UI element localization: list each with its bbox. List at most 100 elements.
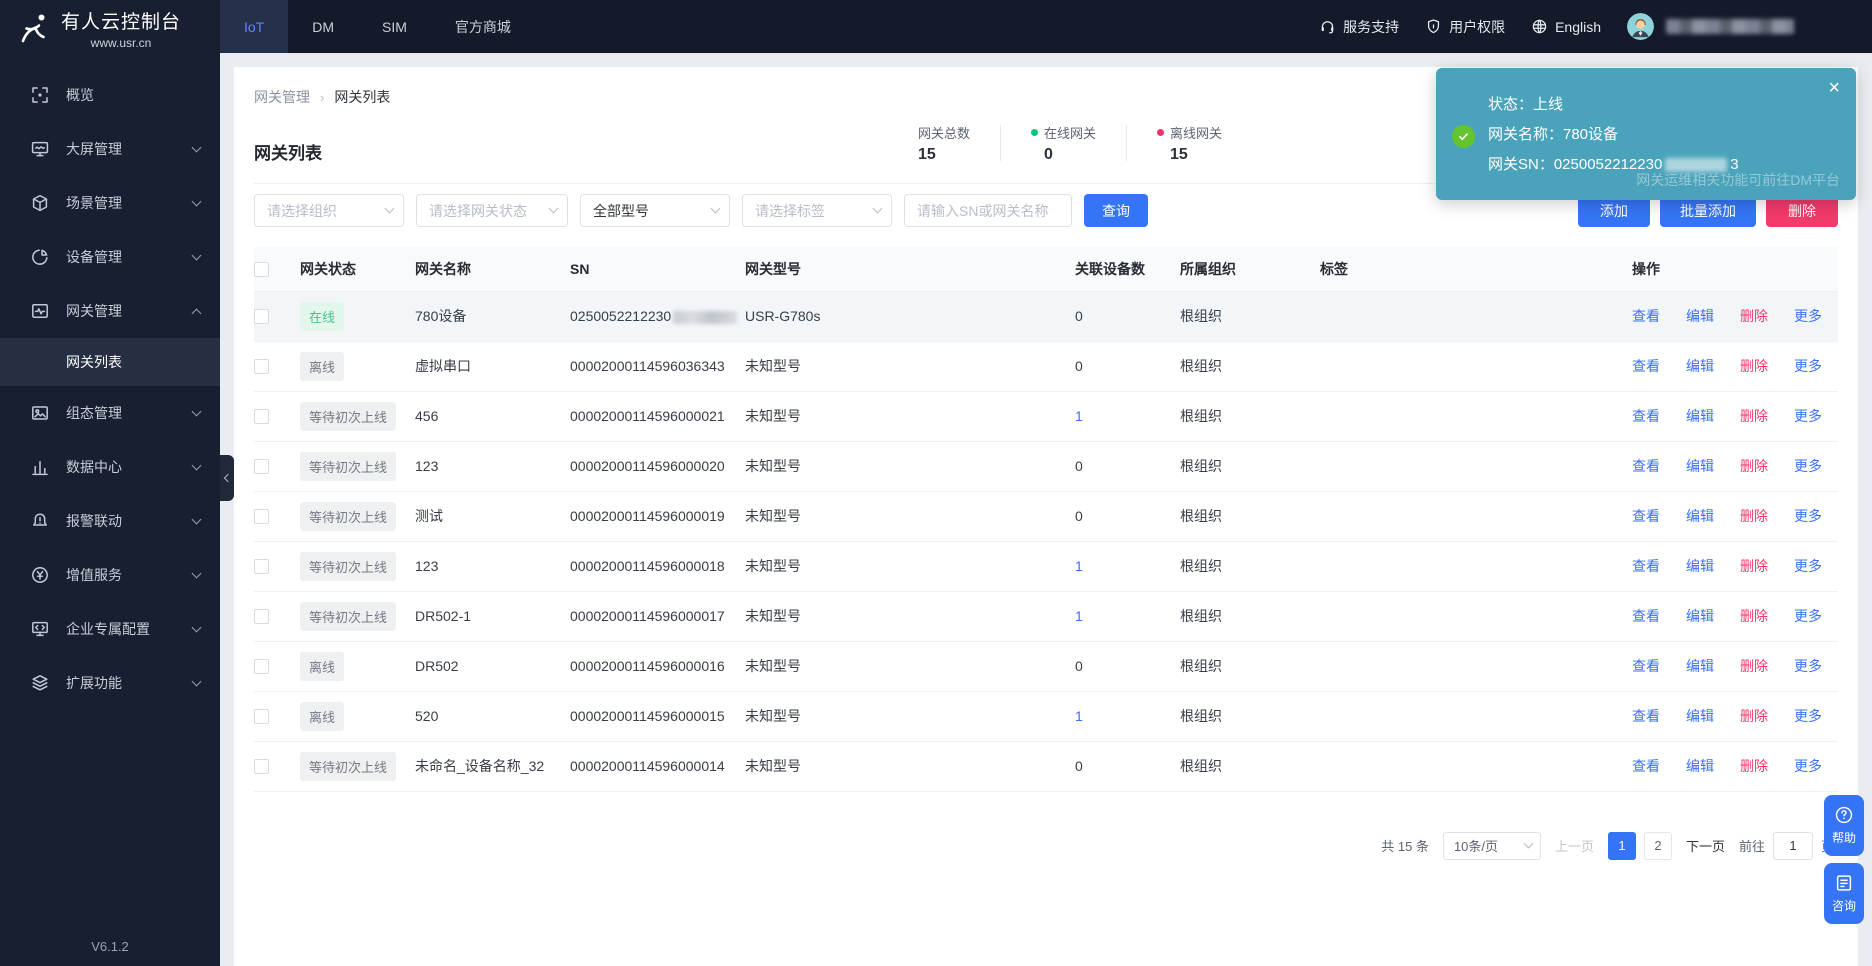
sidebar-collapse-handle[interactable] (220, 455, 234, 501)
chevron-down-icon (192, 622, 202, 632)
view-link[interactable]: 查看 (1632, 356, 1660, 376)
tag-select[interactable]: 请选择标签 (742, 194, 892, 227)
topnav-tab-sim[interactable]: SIM (358, 0, 431, 53)
topbar-language[interactable]: English (1531, 18, 1601, 35)
edit-link[interactable]: 编辑 (1686, 756, 1714, 776)
row-checkbox[interactable] (254, 359, 269, 374)
more-link[interactable]: 更多 (1794, 606, 1822, 626)
next-page-button[interactable]: 下一页 (1686, 836, 1725, 855)
delete-link[interactable]: 删除 (1740, 656, 1768, 676)
sidebar-item-alarm[interactable]: 报警联动 (0, 494, 220, 548)
edit-link[interactable]: 编辑 (1686, 356, 1714, 376)
view-link[interactable]: 查看 (1632, 406, 1660, 426)
edit-link[interactable]: 编辑 (1686, 706, 1714, 726)
more-link[interactable]: 更多 (1794, 556, 1822, 576)
more-link[interactable]: 更多 (1794, 406, 1822, 426)
help-float-button[interactable]: 帮助 (1824, 795, 1864, 856)
delete-link[interactable]: 删除 (1740, 456, 1768, 476)
select-all-checkbox[interactable] (254, 262, 269, 277)
sidebar-item-extension[interactable]: 扩展功能 (0, 656, 220, 710)
more-link[interactable]: 更多 (1794, 756, 1822, 776)
page-number-2[interactable]: 2 (1644, 832, 1672, 860)
goto-page-input[interactable]: 1 (1773, 832, 1813, 860)
view-link[interactable]: 查看 (1632, 756, 1660, 776)
row-checkbox[interactable] (254, 659, 269, 674)
sidebar-item-data[interactable]: 数据中心 (0, 440, 220, 494)
delete-link[interactable]: 删除 (1740, 356, 1768, 376)
delete-link[interactable]: 删除 (1740, 406, 1768, 426)
edit-link[interactable]: 编辑 (1686, 656, 1714, 676)
more-link[interactable]: 更多 (1794, 506, 1822, 526)
more-link[interactable]: 更多 (1794, 306, 1822, 326)
view-link[interactable]: 查看 (1632, 706, 1660, 726)
row-checkbox[interactable] (254, 759, 269, 774)
topnav-tab-mall[interactable]: 官方商城 (431, 0, 535, 53)
more-link[interactable]: 更多 (1794, 706, 1822, 726)
breadcrumb-parent[interactable]: 网关管理 (254, 87, 310, 107)
device-count-link[interactable]: 1 (1075, 408, 1083, 424)
row-checkbox[interactable] (254, 409, 269, 424)
sidebar-item-scene[interactable]: 场景管理 (0, 176, 220, 230)
sidebar-item-gateway[interactable]: 网关管理 (0, 284, 220, 338)
row-checkbox[interactable] (254, 459, 269, 474)
page-numbers: 12 (1608, 832, 1672, 860)
username-redacted[interactable] (1666, 19, 1794, 34)
sidebar-item-vas[interactable]: 增值服务 (0, 548, 220, 602)
topbar-support[interactable]: 服务支持 (1319, 17, 1399, 37)
device-count-link[interactable]: 1 (1075, 558, 1083, 574)
sidebar-item-label: 扩展功能 (66, 673, 193, 693)
query-button[interactable]: 查询 (1084, 194, 1148, 227)
model-select[interactable]: 全部型号 (580, 194, 730, 227)
delete-link[interactable]: 删除 (1740, 506, 1768, 526)
more-link[interactable]: 更多 (1794, 356, 1822, 376)
edit-link[interactable]: 编辑 (1686, 306, 1714, 326)
org-cell: 根组织 (1180, 691, 1320, 741)
view-link[interactable]: 查看 (1632, 506, 1660, 526)
row-checkbox[interactable] (254, 309, 269, 324)
row-checkbox[interactable] (254, 559, 269, 574)
topnav-tab-iot[interactable]: IoT (220, 0, 288, 53)
edit-link[interactable]: 编辑 (1686, 406, 1714, 426)
model-cell: 未知型号 (745, 491, 1075, 541)
prev-page-button[interactable]: 上一页 (1555, 836, 1594, 855)
device-count-link[interactable]: 1 (1075, 708, 1083, 724)
edit-link[interactable]: 编辑 (1686, 556, 1714, 576)
status-cell: 等待初次上线 (300, 591, 415, 641)
topbar-permission[interactable]: 用户权限 (1425, 17, 1505, 37)
row-checkbox[interactable] (254, 709, 269, 724)
view-link[interactable]: 查看 (1632, 656, 1660, 676)
view-link[interactable]: 查看 (1632, 556, 1660, 576)
delete-link[interactable]: 删除 (1740, 306, 1768, 326)
more-link[interactable]: 更多 (1794, 656, 1822, 676)
sidebar-item-overview[interactable]: 概览 (0, 68, 220, 122)
sidebar-item-screen[interactable]: 大屏管理 (0, 122, 220, 176)
sidebar-item-label: 场景管理 (66, 193, 193, 213)
delete-link[interactable]: 删除 (1740, 706, 1768, 726)
topnav-tab-dm[interactable]: DM (288, 0, 358, 53)
sidebar-item-enterprise[interactable]: 企业专属配置 (0, 602, 220, 656)
row-checkbox[interactable] (254, 509, 269, 524)
more-link[interactable]: 更多 (1794, 456, 1822, 476)
delete-link[interactable]: 删除 (1740, 556, 1768, 576)
page-number-1[interactable]: 1 (1608, 832, 1636, 860)
close-icon[interactable]: × (1828, 78, 1840, 98)
page-size-select[interactable]: 10条/页 (1443, 832, 1541, 860)
device-count-link[interactable]: 1 (1075, 608, 1083, 624)
gateway-status-select[interactable]: 请选择网关状态 (416, 194, 568, 227)
edit-link[interactable]: 编辑 (1686, 456, 1714, 476)
sidebar-item-hmi[interactable]: 组态管理 (0, 386, 220, 440)
delete-link[interactable]: 删除 (1740, 606, 1768, 626)
sn-search-input[interactable]: 请输入SN或网关名称 (904, 194, 1072, 227)
delete-link[interactable]: 删除 (1740, 756, 1768, 776)
consult-float-button[interactable]: 咨询 (1824, 863, 1864, 924)
view-link[interactable]: 查看 (1632, 606, 1660, 626)
sidebar-item-device[interactable]: 设备管理 (0, 230, 220, 284)
user-avatar[interactable] (1627, 13, 1654, 40)
view-link[interactable]: 查看 (1632, 456, 1660, 476)
sidebar-subitem-gateway-list[interactable]: 网关列表 (0, 338, 220, 386)
org-select[interactable]: 请选择组织 (254, 194, 404, 227)
row-checkbox[interactable] (254, 609, 269, 624)
edit-link[interactable]: 编辑 (1686, 606, 1714, 626)
edit-link[interactable]: 编辑 (1686, 506, 1714, 526)
view-link[interactable]: 查看 (1632, 306, 1660, 326)
